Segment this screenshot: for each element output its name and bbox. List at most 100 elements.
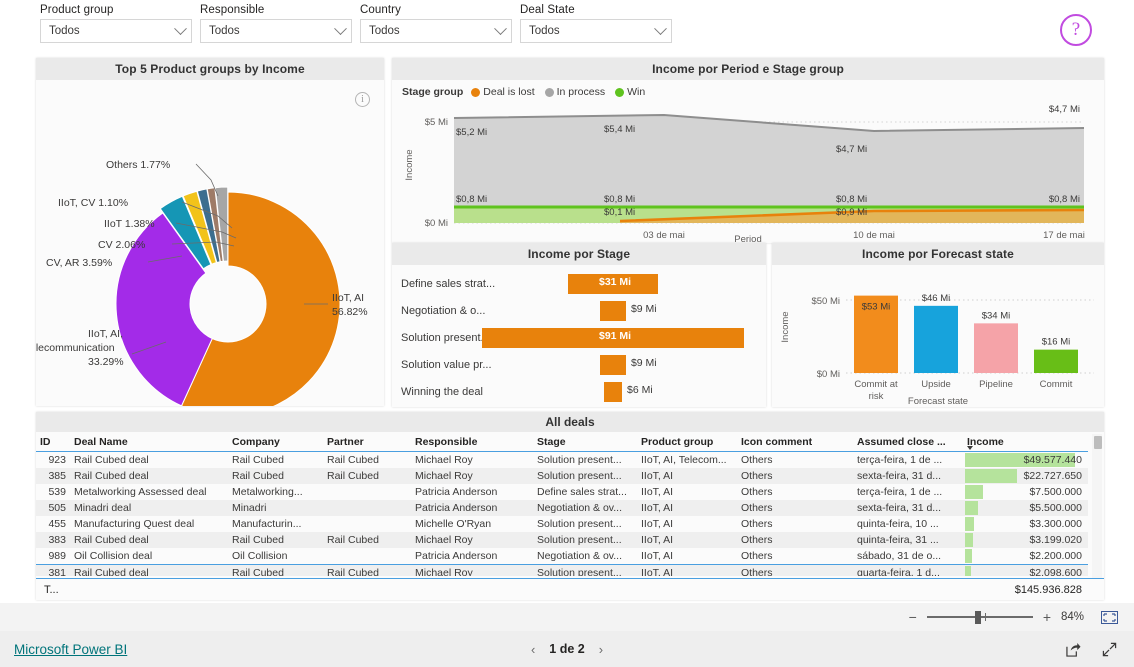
table-column-header[interactable]: Partner xyxy=(323,432,411,452)
help-icon[interactable]: ? xyxy=(1060,14,1092,46)
stage-row[interactable]: Solution value pr... $9 Mi xyxy=(392,352,766,378)
forecast-y-tick-0: $50 Mi xyxy=(811,296,840,307)
income-data-bar xyxy=(965,549,972,563)
area-chart-svg[interactable]: Income $5 Mi $0 Mi $5,2 Mi $5,4 Mi $4,7 … xyxy=(392,80,1104,243)
stage-bar-wrap: $9 Mi xyxy=(495,298,766,324)
forecast-category-label: Commit xyxy=(1040,379,1073,390)
table-row[interactable]: 505 Minadri deal Minadri Patricia Anderson N… xyxy=(36,500,1088,516)
stage-row[interactable]: Define sales strat... $31 Mi xyxy=(392,271,766,297)
previous-page-button[interactable]: ‹ xyxy=(531,642,535,657)
stage-bar-value: $31 Mi xyxy=(599,276,632,288)
legend-item-deal-is-lost[interactable]: Deal is lost xyxy=(471,86,535,98)
table-scrollbar[interactable] xyxy=(1092,434,1102,584)
area-label-inproc-r2: $4,7 Mi xyxy=(1049,104,1080,115)
area-label-inproc-mid: $5,4 Mi xyxy=(604,124,635,135)
stage-bar[interactable] xyxy=(600,301,626,321)
forecast-chart-card: Income por Forecast state Income $50 Mi … xyxy=(772,243,1104,407)
filter-dropdown-country[interactable]: Todos xyxy=(360,19,512,43)
area-label-win-mid: $0,8 Mi xyxy=(604,194,635,205)
cell-partner: Rail Cubed xyxy=(327,567,379,576)
filter-value: Todos xyxy=(529,25,560,37)
cell-id: 539 xyxy=(48,486,66,498)
forecast-category-label: Pipeline xyxy=(979,379,1013,390)
forecast-bar[interactable] xyxy=(1034,349,1078,373)
table-column-header[interactable]: Responsible xyxy=(411,432,533,452)
legend-item-in-process[interactable]: In process xyxy=(544,86,605,98)
table-column-header[interactable]: Deal Name xyxy=(70,432,228,452)
table-header-row[interactable]: ID Deal Name Company Partner Responsible Stag… xyxy=(36,432,1088,452)
forecast-category-label: Commit at xyxy=(854,379,898,390)
table-column-header[interactable]: Icon comment xyxy=(737,432,853,452)
filter-dropdown-responsible[interactable]: Todos xyxy=(200,19,352,43)
legend-swatch-icon xyxy=(471,87,481,97)
stage-row-label: Winning the deal xyxy=(401,386,483,398)
income-value: $3.199.020 xyxy=(1029,534,1082,546)
filter-dropdown-deal-state[interactable]: Todos xyxy=(520,19,672,43)
cell-id: 385 xyxy=(48,470,66,482)
area-label-lost-mid: $0,1 Mi xyxy=(604,207,635,218)
filter-value: Todos xyxy=(369,25,400,37)
table-body[interactable]: 923 Rail Cubed deal Rail Cubed Rail Cubed Mi… xyxy=(36,451,1088,576)
forecast-chart-svg[interactable]: Income $50 Mi $0 Mi $53 MiCommit atrisk$… xyxy=(772,265,1104,407)
stage-bar[interactable] xyxy=(600,355,626,375)
stage-chart-body[interactable]: Define sales strat... $31 Mi Negotiation &… xyxy=(392,265,766,407)
fullscreen-icon[interactable] xyxy=(1102,642,1117,662)
cell-partner: Rail Cubed xyxy=(327,534,379,546)
table-column-header[interactable]: Stage xyxy=(533,432,637,452)
forecast-bar[interactable] xyxy=(974,323,1018,373)
table-row[interactable]: 383 Rail Cubed deal Rail Cubed Rail Cubed Mi… xyxy=(36,532,1088,548)
forecast-chart-body: Income $50 Mi $0 Mi $53 Mi Commit at risk $… xyxy=(772,265,1104,407)
cell-product-group: IIoT, AI xyxy=(641,534,674,546)
zoom-slider-thumb[interactable] xyxy=(974,611,981,624)
table-row[interactable]: 539 Metalworking Assessed deal Metalworkin… xyxy=(36,484,1088,500)
filter-label: Product group xyxy=(40,4,114,16)
cell-income: $22.727.650 xyxy=(963,468,1088,484)
filter-dropdown-product-group[interactable]: Todos xyxy=(40,19,192,43)
table-row[interactable]: 923 Rail Cubed deal Rail Cubed Rail Cubed Mi… xyxy=(36,451,1088,468)
table-row[interactable]: 455 Manufacturing Quest deal Manufacturin.… xyxy=(36,516,1088,532)
table-row[interactable]: 381 Rail Cubed deal Rail Cubed Rail Cubed Mi… xyxy=(36,564,1088,576)
stage-chart-title: Income por Stage xyxy=(392,243,766,265)
filter-value: Todos xyxy=(209,25,240,37)
sort-descending-icon xyxy=(967,446,973,450)
zoom-slider[interactable] xyxy=(926,611,1033,624)
cell-product-group: IIoT, AI xyxy=(641,486,674,498)
cell-icon-comment: Others xyxy=(741,486,773,498)
cell-deal-name: Minadri deal xyxy=(74,502,132,514)
donut-chart-svg[interactable]: Others 1.77% IIoT, CV 1.10% IIoT 1.38% C… xyxy=(36,80,384,406)
table-column-header[interactable]: Product group xyxy=(637,432,737,452)
table-column-header[interactable]: Company xyxy=(228,432,323,452)
zoom-out-button[interactable]: − xyxy=(909,609,917,625)
legend-item-win[interactable]: Win xyxy=(615,86,645,98)
stage-row[interactable]: Winning the deal $6 Mi xyxy=(392,379,766,405)
fit-to-page-icon[interactable] xyxy=(1101,610,1118,624)
next-page-button[interactable]: › xyxy=(599,642,603,657)
cell-partner: Rail Cubed xyxy=(327,470,379,482)
cell-assumed-close: terça-feira, 1 de ... xyxy=(857,486,943,498)
cell-id: 505 xyxy=(48,502,66,514)
table-row[interactable]: 385 Rail Cubed deal Rail Cubed Rail Cubed Mi… xyxy=(36,468,1088,484)
stage-bar[interactable] xyxy=(604,382,622,402)
cell-assumed-close: quinta-feira, 10 ... xyxy=(857,518,939,530)
forecast-bar-value: $34 Mi xyxy=(982,310,1011,321)
powerbi-brand-link[interactable]: Microsoft Power BI xyxy=(14,642,127,657)
share-icon[interactable] xyxy=(1066,642,1081,662)
donut-label-main-1: IIoT, AI xyxy=(332,292,364,304)
cell-partner xyxy=(323,484,411,500)
cell-deal-name: Oil Collision deal xyxy=(74,550,153,562)
filter-responsible: Responsible Todos xyxy=(200,4,352,43)
forecast-bar[interactable] xyxy=(914,305,958,373)
stage-row[interactable]: Solution present... $91 Mi xyxy=(392,325,766,351)
zoom-in-button[interactable]: + xyxy=(1043,609,1051,625)
table-column-header[interactable]: Income xyxy=(963,432,1088,452)
table-column-header[interactable]: ID xyxy=(36,432,70,452)
cell-deal-name: Rail Cubed deal xyxy=(74,567,149,576)
table-scrollbar-thumb[interactable] xyxy=(1094,436,1102,449)
cell-deal-name: Manufacturing Quest deal xyxy=(74,518,195,530)
stage-row[interactable]: Negotiation & o... $9 Mi xyxy=(392,298,766,324)
table-column-header[interactable]: Assumed close ... xyxy=(853,432,963,452)
all-deals-table-card: All deals ID Deal Name Company Partner Respo… xyxy=(36,412,1104,600)
all-deals-table[interactable]: ID Deal Name Company Partner Responsible Stag… xyxy=(36,432,1088,576)
area-label-inproc-left: $5,2 Mi xyxy=(456,127,487,138)
table-row[interactable]: 989 Oil Collision deal Oil Collision Patric… xyxy=(36,548,1088,565)
